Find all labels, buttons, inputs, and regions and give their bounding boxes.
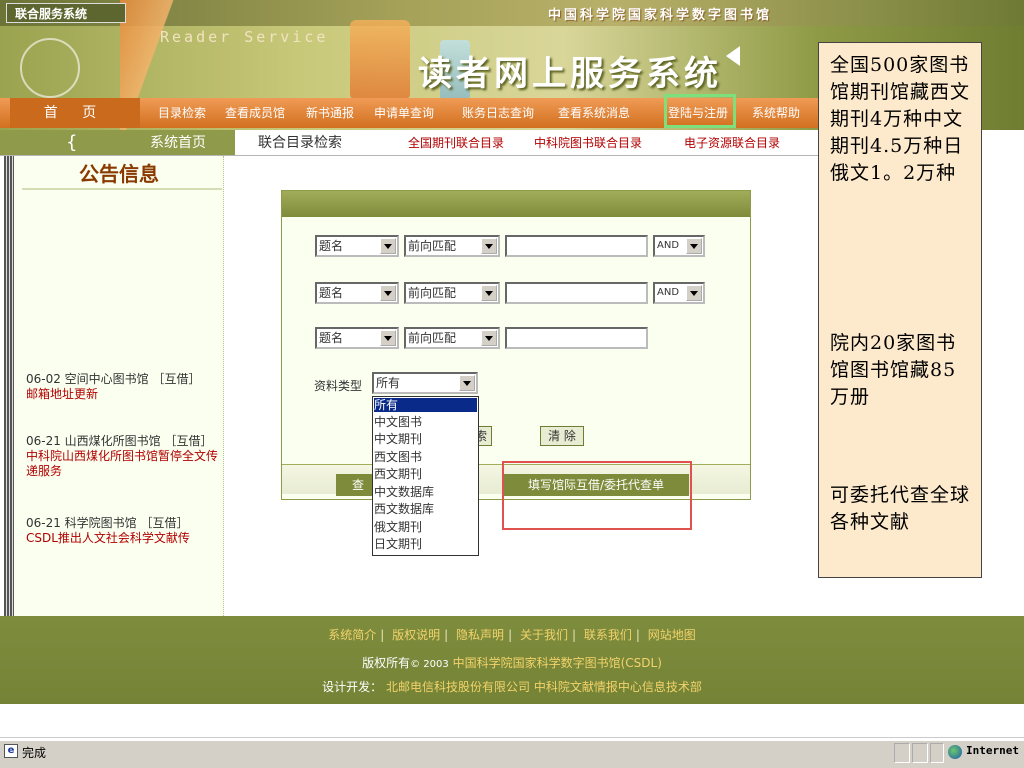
type-select[interactable]: 所有 <box>372 372 478 394</box>
logic-select-2[interactable]: AND <box>653 282 705 304</box>
nav-request-query[interactable]: 申请单查询 <box>374 98 434 128</box>
page-done-icon: e <box>4 744 18 758</box>
nav-system-messages[interactable]: 查看系统消息 <box>558 98 630 128</box>
search-input-3[interactable] <box>505 327 648 349</box>
notice-date: 06-21 科学院图书馆 ［互借］ <box>26 516 189 530</box>
nav-account-log[interactable]: 账务日志查询 <box>462 98 534 128</box>
field-select-2[interactable]: 题名 <box>315 282 399 304</box>
type-option[interactable]: 日文期刊 <box>374 537 422 551</box>
dropdown-arrow-icon[interactable] <box>459 375 475 391</box>
type-option[interactable]: 中文数据库 <box>374 485 434 499</box>
nav-member-libraries[interactable]: 查看成员馆 <box>225 98 285 128</box>
dropdown-arrow-icon[interactable] <box>481 285 497 301</box>
link-national-journals[interactable]: 全国期刊联合目录 <box>408 130 504 156</box>
dropdown-arrow-icon[interactable] <box>380 285 396 301</box>
notice-text[interactable]: 中科院山西煤化所图书馆暂停全文传递服务 <box>26 449 222 479</box>
title-arrow-icon <box>712 46 740 66</box>
reader-service-label: Reader Service <box>160 28 329 46</box>
footer-link-privacy[interactable]: 隐私声明 <box>456 628 504 642</box>
brace-icon: { <box>66 132 78 153</box>
system-name: 联合服务系统 <box>6 3 126 23</box>
library-title: 中国科学院国家科学数字图书馆 <box>548 8 773 23</box>
status-text: 完成 <box>22 746 47 760</box>
status-cell <box>894 743 910 763</box>
right-margin <box>982 156 1024 616</box>
search-input-2[interactable] <box>505 282 648 304</box>
decor-orange-glass-icon <box>350 20 410 100</box>
footer-link-about[interactable]: 关于我们 <box>520 628 568 642</box>
notice-text[interactable]: CSDL推出人文社会科学文献传 <box>26 531 222 546</box>
link-eresources[interactable]: 电子资源联合目录 <box>684 130 780 156</box>
footer-copyright: 版权所有© 2003 中国科学院国家科学数字图书馆(CSDL) <box>362 656 662 670</box>
field-select-3[interactable]: 题名 <box>315 327 399 349</box>
page-bottom <box>0 704 1024 738</box>
type-option[interactable]: 西文期刊 <box>374 467 422 481</box>
subnav-system-home[interactable]: 系统首页 <box>150 130 206 156</box>
match-select-1[interactable]: 前向匹配 <box>404 235 500 257</box>
highlight-box-login <box>664 94 736 128</box>
page-title: 读者网上服务系统 <box>418 54 722 94</box>
info-text-delegate: 可委托代查全球各种文献 <box>830 484 971 533</box>
clear-button[interactable]: 清 除 <box>540 426 584 446</box>
search-form-header <box>282 191 750 217</box>
info-text-holdings: 全国500家图书馆期刊馆藏西文期刊4万种中文期刊4.5万种日俄文1。2万种 <box>830 54 971 184</box>
type-option[interactable]: 西文数据库 <box>374 502 434 516</box>
type-label: 资料类型 <box>314 379 363 393</box>
nav-new-books[interactable]: 新书通报 <box>306 98 354 128</box>
nav-catalog-search[interactable]: 目录检索 <box>158 98 206 128</box>
footer-link-copyright[interactable]: 版权说明 <box>392 628 440 642</box>
status-cell <box>912 743 928 763</box>
notice-item[interactable]: 06-02 空间中心图书馆 ［互借］ 邮箱地址更新 <box>26 372 222 402</box>
footer-copyright-org[interactable]: 中国科学院国家科学数字图书馆(CSDL) <box>453 656 662 670</box>
field-select-1[interactable]: 题名 <box>315 235 399 257</box>
notice-date: 06-02 空间中心图书馆 ［互借］ <box>26 372 201 386</box>
browser-status-bar <box>0 740 1024 768</box>
footer-dev-org[interactable]: 北邮电信科技股份有限公司 中科院文献情报中心信息技术部 <box>386 680 702 694</box>
globe-icon <box>948 745 962 759</box>
dropdown-arrow-icon[interactable] <box>380 330 396 346</box>
search-input-1[interactable] <box>505 235 648 257</box>
type-option[interactable]: 俄文期刊 <box>374 520 422 534</box>
dropdown-arrow-icon[interactable] <box>481 238 497 254</box>
notice-item[interactable]: 06-21 科学院图书馆 ［互借］ CSDL推出人文社会科学文献传 <box>26 516 222 546</box>
highlight-box-ill <box>502 461 692 530</box>
type-option[interactable]: 中文期刊 <box>374 432 422 446</box>
footer-links: 系统简介 | 版权说明 | 隐私声明 | 关于我们 | 联系我们 | 网站地图 <box>328 628 696 642</box>
nav-help[interactable]: 系统帮助 <box>752 98 800 128</box>
dropdown-arrow-icon[interactable] <box>686 285 702 301</box>
scroll-bar[interactable] <box>4 156 14 616</box>
match-select-2[interactable]: 前向匹配 <box>404 282 500 304</box>
footer-link-contact[interactable]: 联系我们 <box>584 628 632 642</box>
footer-link-sitemap[interactable]: 网站地图 <box>648 628 696 642</box>
dropdown-arrow-icon[interactable] <box>481 330 497 346</box>
notice-date: 06-21 山西煤化所图书馆 ［互借］ <box>26 434 213 448</box>
type-option[interactable]: 中文图书 <box>374 415 422 429</box>
footer-link-intro[interactable]: 系统简介 <box>328 628 376 642</box>
logic-select-1[interactable]: AND <box>653 235 705 257</box>
notice-title: 公告信息 <box>79 162 159 186</box>
info-text-cas: 院内20家图书馆图书馆藏85万册 <box>830 332 957 408</box>
notice-text[interactable]: 邮箱地址更新 <box>26 387 222 402</box>
security-zone: Internet <box>966 744 1019 757</box>
section-title: 联合目录检索 <box>258 135 342 151</box>
type-option[interactable]: 所有 <box>374 398 477 412</box>
dropdown-arrow-icon[interactable] <box>686 238 702 254</box>
link-cas-books[interactable]: 中科院图书联合目录 <box>534 130 642 156</box>
nav-home[interactable]: 首 页 <box>10 98 140 128</box>
type-option[interactable]: 西文图书 <box>374 450 422 464</box>
dropdown-arrow-icon[interactable] <box>380 238 396 254</box>
match-select-3[interactable]: 前向匹配 <box>404 327 500 349</box>
footer-developer: 设计开发： 北邮电信科技股份有限公司 中科院文献情报中心信息技术部 <box>322 680 702 694</box>
status-cell <box>930 743 944 763</box>
notice-divider <box>22 188 222 190</box>
notice-item[interactable]: 06-21 山西煤化所图书馆 ［互借］ 中科院山西煤化所图书馆暂停全文传递服务 <box>26 434 222 479</box>
decor-circle-icon <box>20 38 80 98</box>
